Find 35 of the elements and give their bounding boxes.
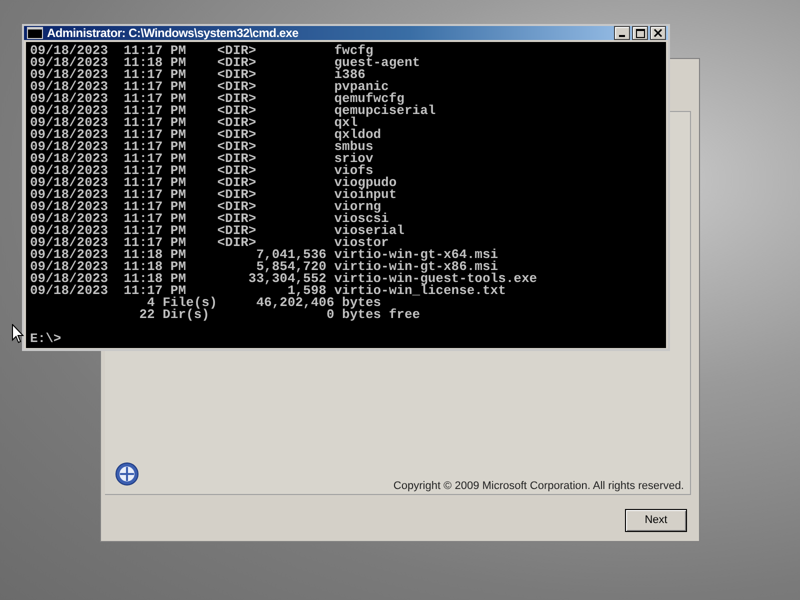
maximize-button[interactable] — [632, 26, 648, 40]
console-line: 09/18/2023 11:17 PM <DIR> qemufwcfg — [30, 93, 404, 105]
console-line: 09/18/2023 11:17 PM <DIR> viostor — [30, 237, 389, 249]
minimize-button[interactable] — [614, 26, 630, 40]
console-line: 09/18/2023 11:17 PM <DIR> i386 — [30, 69, 366, 81]
console-line: 09/18/2023 11:17 PM <DIR> qxl — [30, 117, 358, 129]
next-button[interactable]: Next — [625, 508, 687, 532]
maximize-icon — [636, 28, 644, 38]
close-icon — [654, 29, 662, 37]
console-line: 09/18/2023 11:18 PM 33,304,552 virtio-win-guest-tools.exe — [30, 273, 538, 285]
console-line: 09/18/2023 11:17 PM <DIR> viogpudo — [30, 177, 397, 189]
close-button[interactable] — [650, 26, 666, 40]
console-line: 09/18/2023 11:17 PM <DIR> qxldod — [30, 129, 382, 141]
console-line: 09/18/2023 11:17 PM 1,598 virtio-win_license.txt — [30, 285, 506, 297]
console-line: 09/18/2023 11:17 PM <DIR> qemupciserial — [30, 105, 436, 117]
console-line: 09/18/2023 11:17 PM <DIR> pvpanic — [30, 81, 389, 93]
globe-icon — [115, 462, 139, 486]
window-title: Administrator: C:\Windows\system32\cmd.exe — [47, 26, 298, 40]
console-line: 09/18/2023 11:18 PM 5,854,720 virtio-win-gt-x86.msi — [30, 261, 498, 273]
copyright-text: Copyright © 2009 Microsoft Corporation. All rights reserved. — [393, 480, 684, 492]
command-prompt[interactable]: E:\> — [30, 333, 62, 345]
console-line: 09/18/2023 11:17 PM <DIR> vioserial — [30, 225, 404, 237]
console-line: 09/18/2023 11:18 PM <DIR> guest-agent — [30, 57, 420, 69]
console-line: 09/18/2023 11:17 PM <DIR> fwcfg — [30, 45, 374, 57]
console-line: 22 Dir(s) 0 bytes free — [138, 309, 420, 321]
mouse-pointer-icon — [12, 324, 24, 344]
console-line: 09/18/2023 11:18 PM 7,041,536 virtio-win-gt-x64.msi — [30, 249, 498, 261]
console-line: 09/18/2023 11:17 PM <DIR> smbus — [30, 141, 374, 153]
console-icon — [27, 27, 43, 39]
console-line: 09/18/2023 11:17 PM <DIR> vioinput — [30, 189, 397, 201]
console-line: 09/18/2023 11:17 PM <DIR> viofs — [30, 165, 374, 177]
console-line: 09/18/2023 11:17 PM <DIR> sriov — [30, 153, 374, 165]
console-line: 09/18/2023 11:17 PM <DIR> vioscsi — [30, 213, 389, 225]
console-line: 09/18/2023 11:17 PM <DIR> viorng — [30, 201, 382, 213]
console-line: 4 File(s) 46,202,406 bytes — [147, 297, 382, 309]
